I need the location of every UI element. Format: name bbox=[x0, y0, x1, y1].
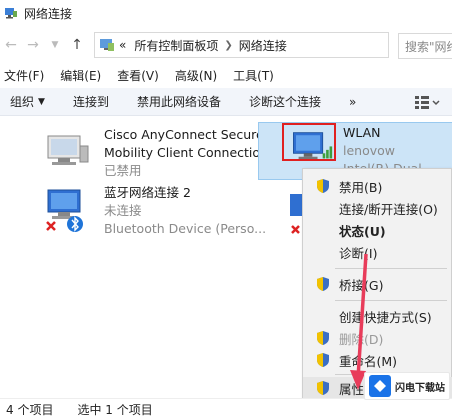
menu-item-status[interactable]: 状态(U) bbox=[303, 219, 452, 241]
adapter-bluetooth[interactable]: 蓝牙网络连接 2 未连接 Bluetooth Device (Perso... bbox=[44, 184, 266, 238]
adapter-network: lenovow bbox=[343, 143, 396, 158]
adapter-name: 蓝牙网络连接 2 bbox=[104, 185, 191, 200]
command-toolbar: 组织 ▼ 连接到 禁用此网络设备 诊断这个连接 » bbox=[0, 88, 452, 116]
breadcrumb-control-panel[interactable]: 所有控制面板项 bbox=[134, 37, 218, 54]
watermark-logo-icon bbox=[369, 375, 391, 397]
recent-locations-button[interactable]: ▼ bbox=[44, 34, 66, 56]
forward-button[interactable]: → bbox=[22, 34, 44, 56]
menu-item-label: 连接/断开连接(O) bbox=[339, 201, 438, 217]
arrow-left-icon: ← bbox=[5, 37, 17, 53]
selected-count: 选中 1 个项目 bbox=[77, 403, 153, 417]
chevron-down-icon: ▼ bbox=[38, 96, 45, 107]
breadcrumb-prefix[interactable]: « bbox=[119, 38, 126, 52]
title-bar: 网络连接 bbox=[0, 0, 452, 26]
address-bar: ← → ▼ ↑ « 所有控制面板项 ❯ 网络连接 搜索"网络 bbox=[0, 26, 452, 64]
adapter-device: Bluetooth Device (Perso... bbox=[104, 221, 267, 236]
watermark-text: 闪电下载站 bbox=[395, 382, 445, 394]
bluetooth-adapter-icon bbox=[46, 189, 83, 232]
shield-icon bbox=[317, 179, 329, 193]
disable-device-button[interactable]: 禁用此网络设备 bbox=[137, 93, 221, 110]
connect-to-button[interactable]: 连接到 bbox=[73, 93, 109, 110]
adapter-name: Cisco AnyConnect Secure bbox=[104, 127, 264, 142]
menu-advanced[interactable]: 高级(N) bbox=[175, 67, 217, 84]
organize-label: 组织 bbox=[10, 95, 35, 109]
adapter-status: 已禁用 bbox=[104, 163, 142, 178]
view-options-icon[interactable] bbox=[414, 94, 440, 110]
window-title: 网络连接 bbox=[24, 6, 73, 21]
menu-item-connect[interactable]: 连接/断开连接(O) bbox=[303, 197, 452, 219]
up-button[interactable]: ↑ bbox=[66, 34, 88, 56]
menu-file[interactable]: 文件(F) bbox=[4, 67, 44, 84]
chevron-down-icon: ▼ bbox=[51, 40, 59, 50]
more-commands-button[interactable]: » bbox=[349, 95, 356, 109]
menu-view[interactable]: 查看(V) bbox=[117, 67, 159, 84]
network-connections-icon bbox=[5, 8, 17, 19]
chevron-right-icon[interactable]: ❯ bbox=[224, 40, 232, 51]
menu-item-label: 状态(U) bbox=[339, 223, 386, 239]
menu-bar: 文件(F) 编辑(E) 查看(V) 高级(N) 工具(T) bbox=[0, 64, 452, 86]
back-button[interactable]: ← bbox=[0, 34, 22, 56]
adapter-cisco[interactable]: Cisco AnyConnect Secure Mobility Client … bbox=[44, 126, 268, 180]
diagnose-button[interactable]: 诊断这个连接 bbox=[249, 93, 321, 110]
menu-item-disable[interactable]: 禁用(B) bbox=[303, 175, 452, 197]
adapter-name: WLAN bbox=[343, 125, 381, 140]
watermark: 闪电下载站 bbox=[364, 372, 450, 400]
arrow-up-icon: ↑ bbox=[71, 37, 83, 53]
menu-edit[interactable]: 编辑(E) bbox=[60, 67, 101, 84]
item-count: 4 个项目 bbox=[6, 403, 54, 417]
search-input[interactable]: 搜索"网络 bbox=[398, 33, 452, 59]
adapter-name-line2: Mobility Client Connection bbox=[104, 145, 268, 160]
breadcrumb-network-connections[interactable]: 网络连接 bbox=[239, 37, 287, 54]
organize-button[interactable]: 组织 ▼ bbox=[10, 93, 45, 110]
menu-item-label: 禁用(B) bbox=[339, 179, 383, 195]
status-bar: 4 个项目 选中 1 个项目 bbox=[0, 398, 452, 420]
arrow-right-icon: → bbox=[27, 37, 39, 53]
menu-tools[interactable]: 工具(T) bbox=[233, 67, 274, 84]
adapter-status: 未连接 bbox=[104, 203, 142, 218]
control-panel-icon bbox=[100, 39, 114, 51]
address-field[interactable]: « 所有控制面板项 ❯ 网络连接 bbox=[94, 32, 389, 58]
highlight-box bbox=[282, 123, 336, 161]
network-adapter-icon bbox=[47, 135, 89, 165]
